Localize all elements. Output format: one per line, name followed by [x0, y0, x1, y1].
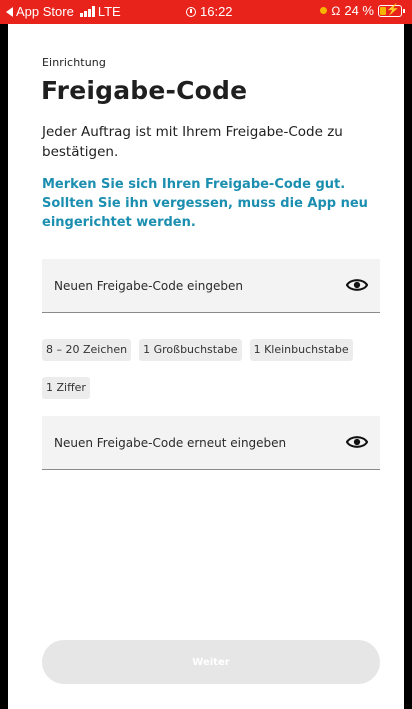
repeat-code-field[interactable]: Neuen Freigabe-Code erneut eingeben: [42, 416, 380, 470]
battery-icon: ⚡: [378, 4, 405, 17]
new-code-label: Neuen Freigabe-Code eingeben: [54, 279, 243, 293]
headphones-icon: Ω: [331, 3, 341, 18]
status-bar-center: 16:22: [186, 4, 233, 19]
new-code-field[interactable]: Neuen Freigabe-Code eingeben: [42, 259, 380, 313]
alarm-icon: [186, 6, 196, 17]
requirement-chip: 1 Ziffer: [42, 377, 90, 399]
status-bar-right: Ω 24 % ⚡: [320, 3, 405, 18]
requirement-chip: 1 Großbuchstabe: [139, 339, 242, 361]
eye-icon[interactable]: [346, 433, 368, 451]
eye-icon[interactable]: [346, 276, 368, 294]
mic-indicator-icon: [320, 7, 328, 14]
page-description: Jeder Auftrag ist mit Ihrem Freigabe-Cod…: [42, 124, 343, 160]
battery-percent: 24 %: [344, 3, 374, 18]
requirement-chip: 1 Kleinbuchstabe: [249, 339, 353, 361]
network-label: LTE: [97, 4, 121, 19]
status-bar: App Store LTE 16:22 Ω 24 % ⚡: [0, 0, 412, 24]
warning-hint: Merken Sie sich Ihren Freigabe-Code gut.…: [42, 177, 368, 230]
requirements-list: 8 – 20 Zeichen 1 Großbuchstabe 1 Kleinbu…: [42, 339, 382, 399]
status-time: 16:22: [200, 4, 233, 19]
section-eyebrow: Einrichtung: [42, 56, 106, 69]
signal-icon: [79, 6, 95, 17]
continue-button[interactable]: Weiter: [42, 640, 380, 684]
repeat-code-label: Neuen Freigabe-Code erneut eingeben: [54, 436, 287, 450]
status-bar-left: App Store LTE: [6, 4, 121, 19]
back-app-label[interactable]: App Store: [16, 4, 74, 19]
page-title: Freigabe-Code: [41, 76, 248, 105]
requirement-chip: 8 – 20 Zeichen: [42, 339, 132, 361]
back-arrow-icon[interactable]: [6, 6, 13, 17]
